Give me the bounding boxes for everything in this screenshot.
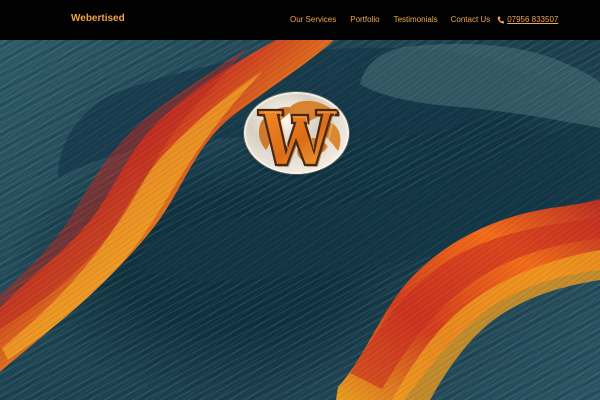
webertised-w-globe-logo-icon (244, 92, 349, 174)
nav-item-our-services[interactable]: Our Services (290, 15, 336, 25)
webertised-homepage: Webertised Our Services Portfolio Testim… (0, 0, 600, 400)
hero-artwork (0, 40, 600, 400)
phone-link[interactable]: 07956 833507 (497, 15, 558, 25)
phone-number: 07956 833507 (507, 15, 559, 24)
top-navigation-bar: Webertised Our Services Portfolio Testim… (0, 0, 600, 40)
main-navigation: Our Services Portfolio Testimonials Cont… (290, 14, 558, 26)
nav-item-portfolio[interactable]: Portfolio (350, 15, 379, 25)
webertised-globe-logo[interactable] (244, 92, 349, 174)
phone-icon (497, 16, 505, 24)
nav-item-testimonials[interactable]: Testimonials (394, 15, 438, 25)
nav-item-contact-us[interactable]: Contact Us (451, 15, 491, 25)
brand-link[interactable]: Webertised (71, 13, 125, 24)
